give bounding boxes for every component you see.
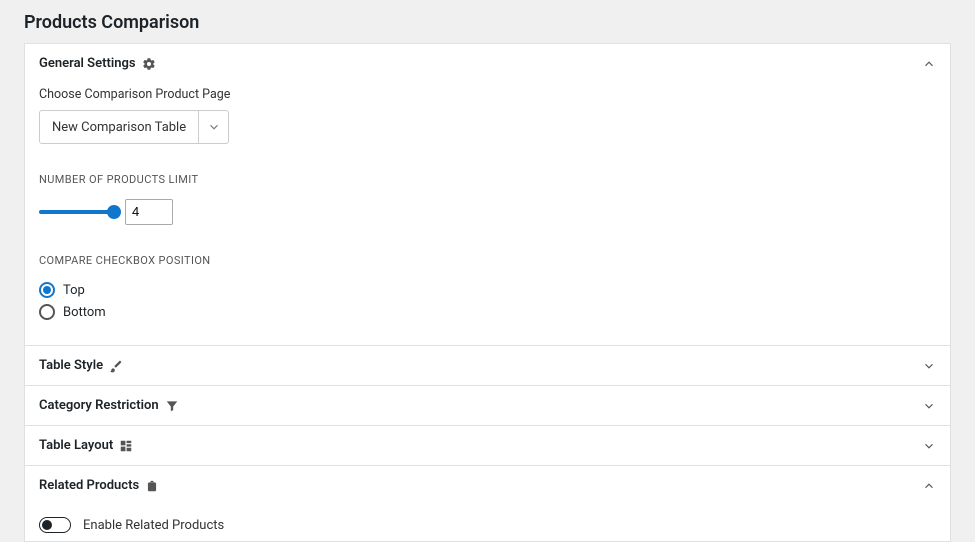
section-title-wrap: Table Layout <box>39 438 133 453</box>
enable-related-toggle-row: Enable Related Products <box>39 509 936 533</box>
section-title: Table Style <box>39 358 103 373</box>
products-limit-control <box>39 199 936 225</box>
section-title: Category Restriction <box>39 398 159 413</box>
section-body-general: Choose Comparison Product Page New Compa… <box>25 83 950 345</box>
brush-icon <box>109 359 123 373</box>
slider-thumb[interactable] <box>107 205 121 219</box>
chevron-up-icon <box>922 479 936 493</box>
enable-related-toggle[interactable] <box>39 517 71 533</box>
radio-option-top[interactable]: Top <box>39 279 936 301</box>
section-table-style: Table Style <box>25 345 950 385</box>
checkbox-position-label: COMPARE CHECKBOX POSITION <box>39 253 936 270</box>
section-title-wrap: General Settings <box>39 56 156 71</box>
section-related-products: Related Products Enable Related Products <box>25 465 950 541</box>
products-limit-input[interactable] <box>125 199 173 225</box>
chevron-down-icon <box>922 359 936 373</box>
section-header-category-restriction[interactable]: Category Restriction <box>25 386 950 425</box>
filter-icon <box>165 399 179 413</box>
chevron-down-icon <box>922 439 936 453</box>
section-title: General Settings <box>39 56 136 71</box>
page-title: Products Comparison <box>0 0 975 43</box>
section-header-general[interactable]: General Settings <box>25 44 950 83</box>
chevron-down-icon <box>922 399 936 413</box>
products-limit-label: NUMBER OF PRODUCTS LIMIT <box>39 172 936 189</box>
section-title-wrap: Related Products <box>39 478 159 493</box>
section-header-table-style[interactable]: Table Style <box>25 346 950 385</box>
section-title: Related Products <box>39 478 139 493</box>
radio-label: Bottom <box>63 305 106 320</box>
section-title-wrap: Category Restriction <box>39 398 179 413</box>
select-value: New Comparison Table <box>40 120 198 135</box>
section-header-related-products[interactable]: Related Products <box>25 466 950 505</box>
layout-icon <box>119 439 133 453</box>
comparison-page-select[interactable]: New Comparison Table <box>39 110 229 144</box>
section-body-related: Enable Related Products <box>25 505 950 541</box>
radio-label: Top <box>63 283 85 298</box>
settings-panel: General Settings Choose Comparison Produ… <box>24 43 951 542</box>
enable-related-label: Enable Related Products <box>83 518 224 533</box>
radio-option-bottom[interactable]: Bottom <box>39 301 936 323</box>
radio-icon <box>39 304 55 320</box>
products-limit-slider[interactable] <box>39 210 115 214</box>
section-title: Table Layout <box>39 438 113 453</box>
checkbox-position-radio-group: Top Bottom <box>39 279 936 323</box>
gear-icon <box>142 57 156 71</box>
section-table-layout: Table Layout <box>25 425 950 465</box>
section-header-table-layout[interactable]: Table Layout <box>25 426 950 465</box>
section-category-restriction: Category Restriction <box>25 385 950 425</box>
section-general: General Settings Choose Comparison Produ… <box>25 44 950 345</box>
choose-page-label: Choose Comparison Product Page <box>39 87 936 102</box>
section-title-wrap: Table Style <box>39 358 123 373</box>
bag-icon <box>145 479 159 493</box>
chevron-up-icon <box>922 57 936 71</box>
chevron-down-icon <box>198 111 228 143</box>
radio-icon <box>39 282 55 298</box>
